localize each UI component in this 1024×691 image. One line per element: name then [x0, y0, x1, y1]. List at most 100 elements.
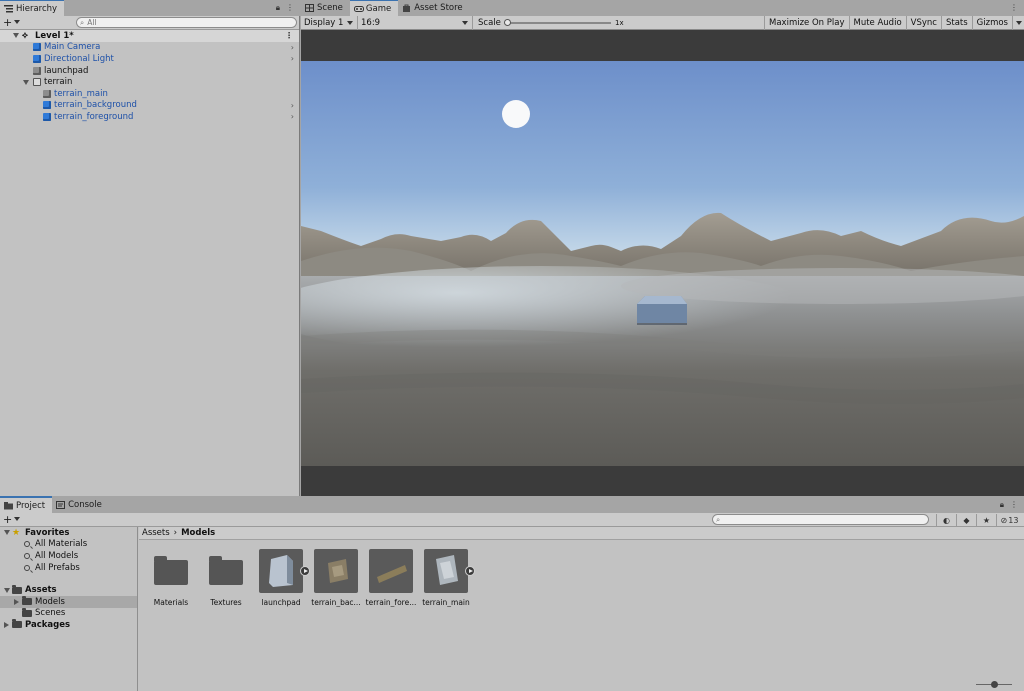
hierarchy-tabstrip: Hierarchy 🔒︎ ⋮	[0, 0, 300, 16]
tree-item-models[interactable]: Models	[0, 595, 137, 608]
expand-arrow-icon[interactable]	[4, 530, 10, 536]
hierarchy-item-label: terrain_foreground	[54, 111, 134, 122]
scale-slider-track[interactable]	[509, 22, 611, 24]
tab-project-label: Project	[16, 500, 46, 511]
tab-hierarchy[interactable]: Hierarchy	[0, 0, 65, 16]
project-tab-tools: 🔒︎ ⋮	[1000, 500, 1018, 510]
hierarchy-item-label: terrain	[44, 77, 73, 88]
breadcrumb-assets[interactable]: Assets	[142, 528, 170, 538]
scene-row[interactable]: ⟡ Level 1* ⋮	[0, 30, 299, 42]
asset-thumbnail	[259, 549, 310, 593]
chevron-right-icon[interactable]: ›	[291, 101, 294, 110]
asset-name: terrain_bac...	[311, 598, 361, 607]
asset-launchpad-model[interactable]: launchpad	[254, 549, 310, 607]
game-viewport[interactable]	[301, 61, 1024, 466]
asset-thumbnail	[314, 549, 358, 593]
collapsed-arrow-icon[interactable]	[14, 598, 19, 605]
hierarchy-item-terrain-background[interactable]: terrain_background ›	[0, 100, 299, 112]
tree-item-all-materials[interactable]: All Materials	[0, 539, 137, 551]
expand-model-play-icon[interactable]	[465, 566, 475, 576]
kebab-menu-icon[interactable]: ⋮	[1010, 3, 1018, 12]
hierarchy-item-label: terrain_main	[54, 88, 108, 99]
scale-label: Scale	[478, 17, 501, 28]
search-by-type-icon[interactable]: ◐	[936, 514, 956, 526]
hierarchy-search-input[interactable]: ⌕ All	[76, 17, 297, 28]
search-icon	[24, 564, 30, 571]
hierarchy-item-launchpad[interactable]: launchpad	[0, 65, 299, 77]
thumbnail-size-slider-knob[interactable]	[991, 681, 998, 688]
hierarchy-tab-tools: 🔒︎ ⋮	[276, 3, 294, 13]
tree-favorites[interactable]: ★ Favorites	[0, 527, 137, 539]
collapsed-arrow-icon[interactable]	[4, 621, 9, 628]
expand-arrow-icon[interactable]	[23, 79, 29, 85]
asset-name: Textures	[210, 598, 242, 607]
tab-project[interactable]: Project	[0, 496, 53, 513]
create-plus-button[interactable]: +	[3, 16, 12, 29]
maximize-on-play-button[interactable]: Maximize On Play	[764, 16, 848, 30]
tab-console[interactable]: Console	[52, 497, 109, 513]
create-dropdown-caret-icon[interactable]	[14, 20, 20, 24]
tree-item-scenes[interactable]: Scenes	[0, 607, 137, 620]
tab-scene[interactable]: Scene	[301, 0, 350, 16]
tree-item-all-models[interactable]: All Models	[0, 550, 137, 562]
hierarchy-item-terrain-foreground[interactable]: terrain_foreground ›	[0, 111, 299, 123]
asset-thumbnail	[149, 549, 193, 593]
create-plus-button[interactable]: +	[3, 513, 12, 526]
asset-textures-folder[interactable]: Textures	[199, 549, 253, 607]
mute-audio-button[interactable]: Mute Audio	[848, 16, 906, 30]
stats-button[interactable]: Stats	[940, 16, 972, 30]
tree-packages-label: Packages	[25, 619, 71, 630]
scene-name: Level 1*	[35, 30, 74, 41]
tree-item-label: All Models	[35, 550, 79, 561]
asset-terrain-background-model[interactable]: terrain_bac...	[309, 549, 363, 607]
asset-thumbnail	[204, 549, 248, 593]
create-dropdown-caret-icon[interactable]	[14, 517, 20, 521]
project-search-input[interactable]: ⌕	[712, 514, 929, 525]
lock-icon[interactable]: 🔒︎	[1000, 500, 1004, 510]
gizmos-dropdown[interactable]	[1012, 16, 1024, 30]
hierarchy-item-label: terrain_background	[54, 100, 137, 111]
tree-packages[interactable]: Packages	[0, 619, 137, 631]
vsync-button[interactable]: VSync	[905, 16, 941, 30]
hierarchy-item-terrain-main[interactable]: terrain_main	[0, 88, 299, 100]
search-by-label-icon[interactable]: ◆	[956, 514, 976, 526]
breadcrumb-models[interactable]: Models	[181, 528, 215, 538]
tree-item-label: All Prefabs	[35, 562, 80, 573]
tab-game[interactable]: Game	[349, 0, 399, 16]
asset-grid: Materials Textures launchpad terrain_bac…	[139, 541, 1024, 691]
expand-arrow-icon[interactable]	[13, 33, 19, 39]
display-dropdown[interactable]: Display 1	[301, 15, 358, 30]
launchpad-model-preview	[259, 549, 303, 593]
hierarchy-item-directional-light[interactable]: Directional Light ›	[0, 53, 299, 65]
project-panel: Project Console 🔒︎ ⋮ + ⌕ ◐ ◆ ★ ⊘ 13 ★ Fa…	[0, 496, 1024, 691]
scene-kebab-icon[interactable]: ⋮	[285, 31, 293, 40]
gizmos-button[interactable]: Gizmos	[971, 16, 1012, 30]
kebab-menu-icon[interactable]: ⋮	[1010, 500, 1018, 510]
hidden-packages-toggle[interactable]: ⊘ 13	[996, 514, 1022, 526]
expand-arrow-icon[interactable]	[4, 587, 10, 593]
project-tabstrip: Project Console 🔒︎ ⋮	[0, 496, 1024, 513]
hollow-cube-icon	[33, 78, 41, 87]
aspect-value: 16:9	[361, 17, 381, 28]
chevron-right-icon[interactable]: ›	[291, 43, 294, 52]
favorite-star-icon[interactable]: ★	[976, 514, 996, 526]
chevron-right-icon[interactable]: ›	[291, 112, 294, 121]
asset-terrain-foreground-model[interactable]: terrain_fore...	[364, 549, 418, 607]
kebab-menu-icon[interactable]: ⋮	[286, 3, 294, 13]
aspect-dropdown[interactable]: 16:9	[358, 15, 473, 30]
scale-slider-knob[interactable]	[504, 19, 511, 26]
asset-terrain-main-model[interactable]: terrain_main	[419, 549, 475, 607]
hierarchy-search-placeholder: All	[87, 18, 97, 27]
chevron-right-icon[interactable]: ›	[291, 54, 294, 63]
lock-icon[interactable]: 🔒︎	[276, 3, 280, 13]
scale-value: 1x	[615, 18, 624, 27]
hierarchy-item-terrain[interactable]: terrain	[0, 76, 299, 88]
hierarchy-item-main-camera[interactable]: Main Camera ›	[0, 42, 299, 54]
asset-materials-folder[interactable]: Materials	[144, 549, 198, 607]
tree-assets[interactable]: Assets	[0, 584, 137, 596]
game-toolbar: Display 1 16:9 Scale 1x Maximize On Play…	[301, 15, 1024, 30]
tree-item-all-prefabs[interactable]: All Prefabs	[0, 562, 137, 574]
breadcrumb: Assets › Models	[139, 527, 1024, 540]
tab-asset-store[interactable]: Asset Store	[398, 0, 469, 16]
